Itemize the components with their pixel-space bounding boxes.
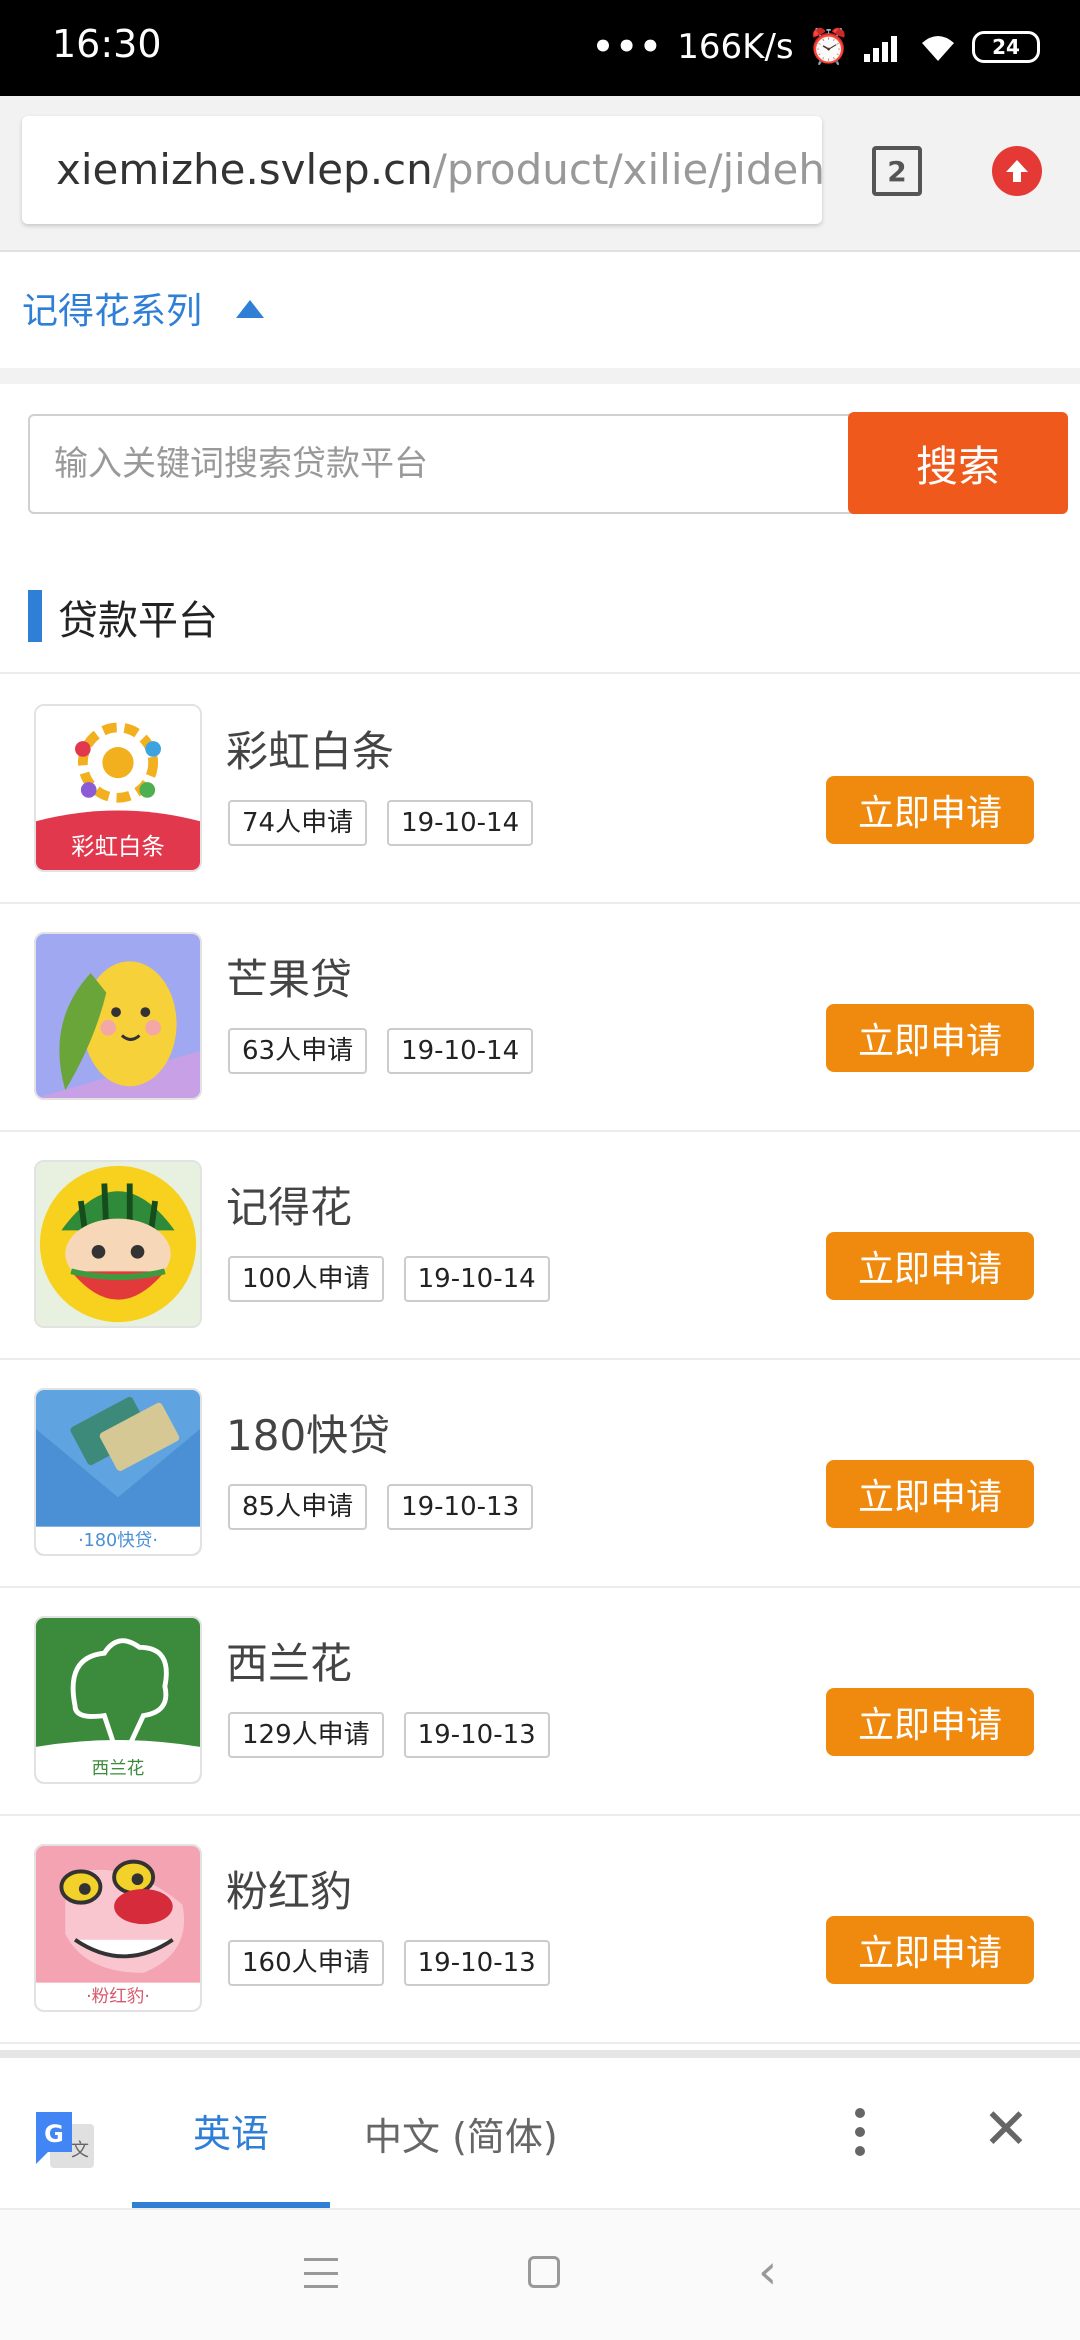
pink-panther-logo[interactable]: ·粉红豹· (34, 1844, 202, 2012)
date-tag: 19-10-13 (403, 1712, 550, 1758)
applicant-count: 129人申请 (228, 1712, 384, 1758)
search-area: 搜索 (0, 384, 1080, 544)
url-path: /product/xilie/jidehu (432, 145, 822, 194)
network-speed: 166K/s (677, 27, 794, 67)
product-name[interactable]: 西兰花 (226, 1630, 352, 1691)
date-tag: 19-10-14 (387, 800, 534, 846)
product-tags: 100人申请 19-10-14 (228, 1256, 550, 1302)
upload-arrow-icon[interactable] (992, 146, 1042, 196)
address-bar[interactable]: xiemizhe.svlep.cn/product/xilie/jidehu (22, 116, 822, 224)
mango-dai-logo[interactable] (34, 932, 202, 1100)
apply-now-button[interactable]: 立即申请 (826, 1004, 1034, 1072)
date-tag: 19-10-14 (387, 1028, 534, 1074)
jidehua-logo[interactable] (34, 1160, 202, 1328)
applicant-count: 160人申请 (228, 1940, 384, 1986)
tab-switcher-button[interactable]: 2 (872, 146, 922, 196)
product-name[interactable]: 芒果贷 (226, 946, 352, 1007)
logo-text: 西兰花 (92, 1759, 145, 1779)
home-icon[interactable] (528, 2256, 560, 2288)
list-item[interactable]: 西兰花 西兰花 129人申请 19-10-13 立即申请 (0, 1588, 1080, 1816)
product-tags: 74人申请 19-10-14 (228, 800, 534, 846)
svg-text:G: G (44, 2120, 64, 2148)
search-button[interactable]: 搜索 (848, 412, 1068, 514)
menu-icon[interactable] (304, 2258, 338, 2288)
applicant-count: 63人申请 (228, 1028, 368, 1074)
more-options-icon[interactable] (840, 2102, 880, 2162)
status-bar: 16:30 ••• 166K/s ⏰ 24 (0, 0, 1080, 96)
system-nav-bar: ‹ (0, 2208, 1080, 2340)
tab-english[interactable]: 英语 (132, 2058, 330, 2208)
category-title[interactable]: 记得花系列 (22, 282, 202, 334)
apply-now-button[interactable]: 立即申请 (826, 1916, 1034, 1984)
180-kuaidai-logo[interactable]: ·180快贷· (34, 1388, 202, 1556)
product-tags: 63人申请 19-10-14 (228, 1028, 534, 1074)
wifi-icon (922, 36, 954, 61)
list-item[interactable]: 芒果贷 63人申请 19-10-14 立即申请 (0, 904, 1080, 1132)
caihong-baitiao-logo[interactable]: 彩虹白条 (34, 704, 202, 872)
url-host: xiemizhe.svlep.cn (56, 145, 433, 194)
divider (0, 368, 1080, 384)
list-item[interactable]: 彩虹白条 彩虹白条 74人申请 19-10-14 立即申请 (0, 676, 1080, 904)
product-tags: 85人申请 19-10-13 (228, 1484, 534, 1530)
date-tag: 19-10-14 (403, 1256, 550, 1302)
product-name[interactable]: 记得花 (226, 1174, 352, 1235)
google-translate-icon[interactable]: G 文 (34, 2110, 96, 2172)
apply-now-button[interactable]: 立即申请 (826, 1688, 1034, 1756)
date-tag: 19-10-13 (403, 1940, 550, 1986)
list-item[interactable]: ·粉红豹· 粉红豹 160人申请 19-10-13 立即申请 (0, 1816, 1080, 2044)
date-tag: 19-10-13 (387, 1484, 534, 1530)
applicant-count: 85人申请 (228, 1484, 368, 1530)
section-accent-bar (28, 590, 42, 642)
browser-toolbar: xiemizhe.svlep.cn/product/xilie/jidehu 2 (0, 96, 1080, 252)
search-input[interactable] (28, 414, 858, 514)
product-tags: 129人申请 19-10-13 (228, 1712, 550, 1758)
product-tags: 160人申请 19-10-13 (228, 1940, 550, 1986)
translate-bar: G 文 英语 中文 (简体) ✕ (0, 2050, 1080, 2208)
battery-level: 24 (992, 35, 1020, 59)
product-name[interactable]: 180快贷 (226, 1402, 390, 1463)
more-dots-icon: ••• (592, 27, 664, 67)
apply-now-button[interactable]: 立即申请 (826, 1232, 1034, 1300)
battery-icon: 24 (972, 31, 1040, 63)
applicant-count: 74人申请 (228, 800, 368, 846)
logo-text: 彩虹白条 (71, 832, 165, 860)
list-item[interactable]: ·180快贷· 180快贷 85人申请 19-10-13 立即申请 (0, 1360, 1080, 1588)
logo-text: ·粉红豹· (86, 1987, 150, 2007)
status-time: 16:30 (52, 22, 162, 66)
apply-now-button[interactable]: 立即申请 (826, 1460, 1034, 1528)
back-icon[interactable]: ‹ (758, 2244, 777, 2300)
category-header[interactable]: 记得花系列 (0, 252, 1080, 368)
applicant-count: 100人申请 (228, 1256, 384, 1302)
list-item[interactable]: 记得花 100人申请 19-10-14 立即申请 (0, 1132, 1080, 1360)
section-title: 贷款平台 (58, 598, 218, 644)
xilanhua-logo[interactable]: 西兰花 (34, 1616, 202, 1784)
apply-now-button[interactable]: 立即申请 (826, 776, 1034, 844)
tab-count: 2 (887, 154, 907, 188)
logo-text: ·180快贷· (78, 1531, 158, 1551)
caret-up-icon[interactable] (236, 300, 264, 318)
alarm-icon: ⏰ (807, 27, 850, 67)
tab-chinese-simplified[interactable]: 中文 (简体) (364, 2058, 558, 2208)
close-icon[interactable]: ✕ (976, 2100, 1036, 2160)
svg-text:文: 文 (71, 2140, 89, 2161)
status-icons: ••• 166K/s ⏰ 24 (592, 22, 1040, 72)
product-name[interactable]: 彩虹白条 (226, 718, 394, 779)
signal-icon (864, 36, 897, 62)
product-name[interactable]: 粉红豹 (226, 1858, 352, 1919)
section-heading: 贷款平台 (0, 544, 1080, 674)
arrow-up-icon (1006, 160, 1028, 182)
product-list: 彩虹白条 彩虹白条 74人申请 19-10-14 立即申请 芒果贷 63人申请 … (0, 676, 1080, 2044)
